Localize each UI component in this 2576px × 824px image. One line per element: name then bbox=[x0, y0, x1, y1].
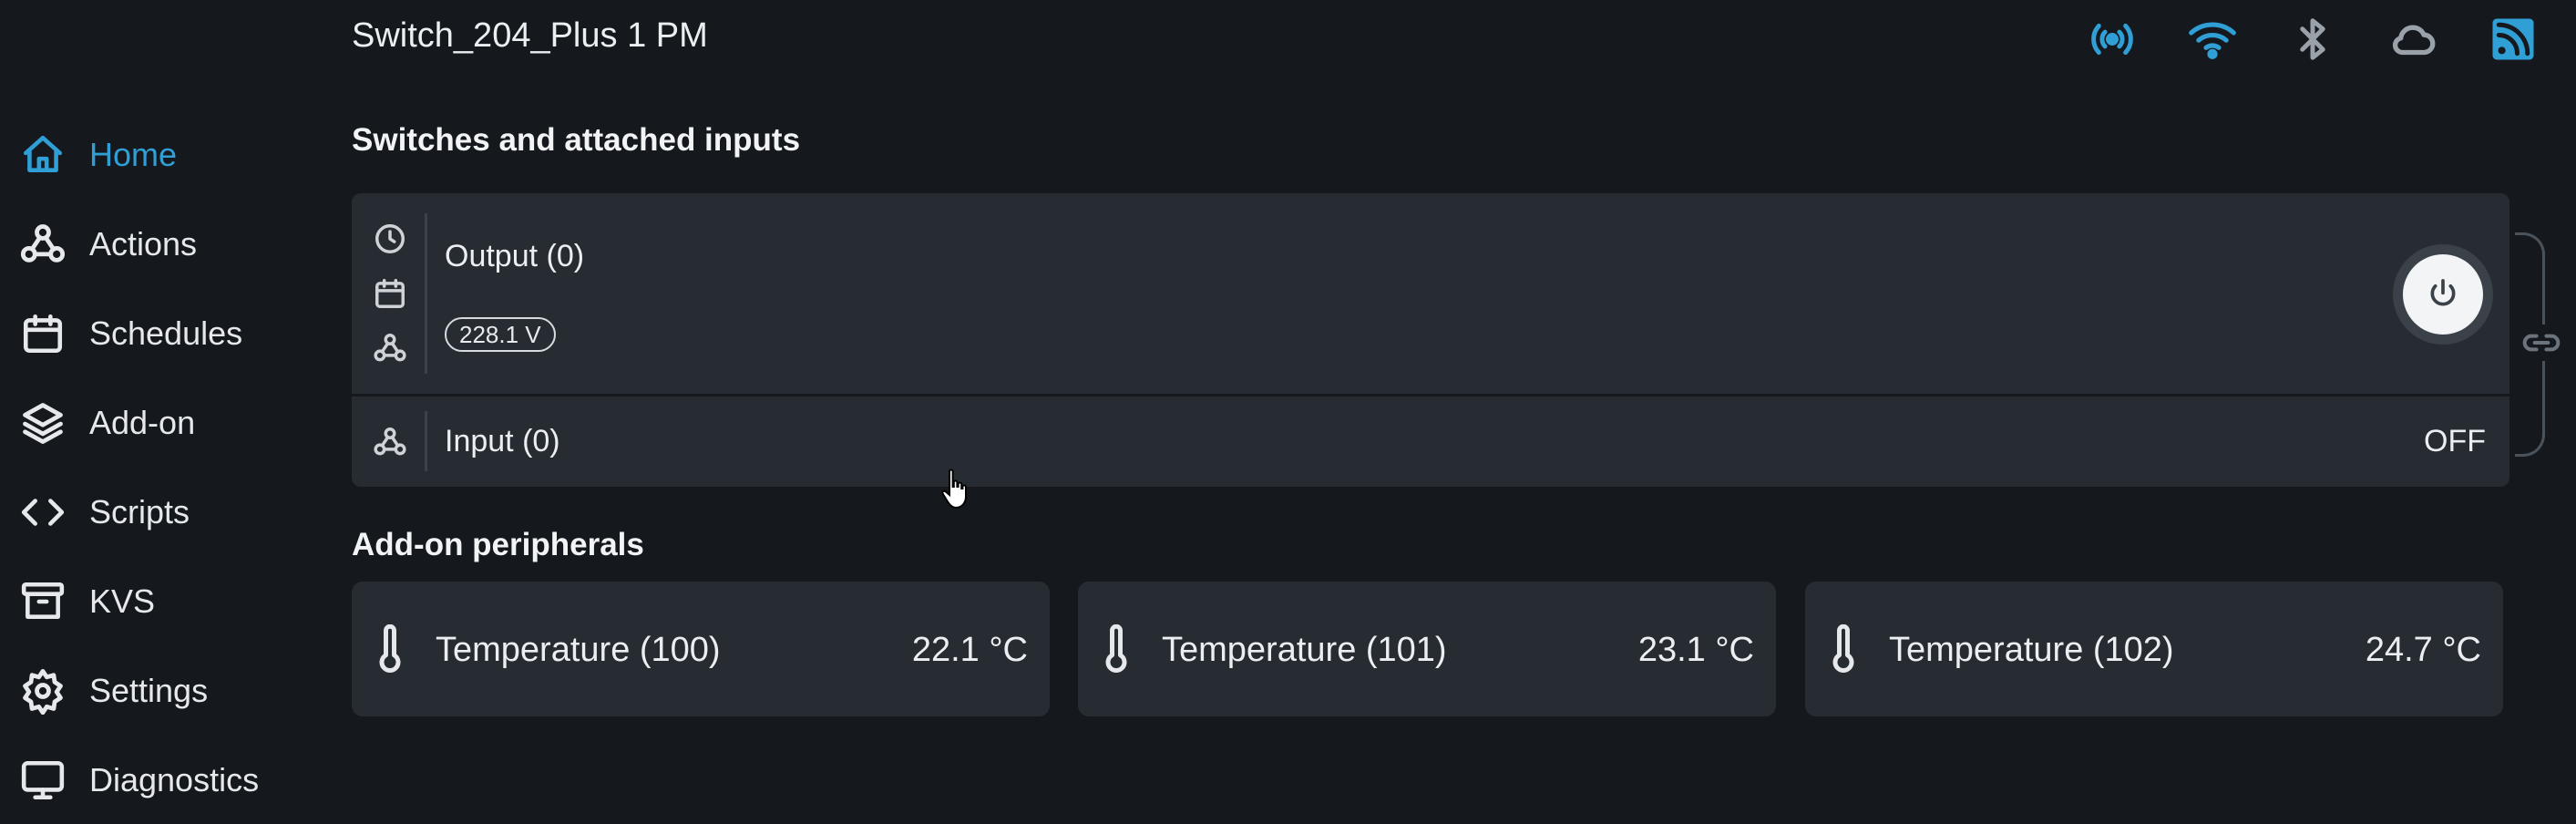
peripheral-card[interactable]: Temperature (100) 22.1 °C bbox=[352, 582, 1050, 716]
output-row[interactable]: Output (0) 228.1 V bbox=[352, 193, 2509, 394]
peripheral-name: Temperature (100) bbox=[436, 631, 721, 669]
webhook-icon[interactable] bbox=[352, 321, 428, 376]
sidebar-item-home[interactable]: Home bbox=[16, 128, 177, 182]
input-state: OFF bbox=[2424, 424, 2486, 458]
home-icon bbox=[16, 129, 69, 181]
monitor-icon bbox=[16, 754, 69, 807]
sidebar-item-label: Schedules bbox=[89, 314, 243, 352]
thermometer-icon bbox=[1825, 622, 1862, 676]
thermometer-icon bbox=[372, 622, 408, 676]
power-toggle-button[interactable] bbox=[2393, 244, 2493, 345]
cloud-icon[interactable] bbox=[2386, 13, 2439, 66]
input-row[interactable]: Input (0) OFF bbox=[352, 397, 2509, 487]
output-row-icons bbox=[352, 211, 428, 376]
voltage-badge: 228.1 V bbox=[445, 317, 556, 352]
peripheral-value: 24.7 °C bbox=[2365, 631, 2481, 669]
sidebar-item-scripts[interactable]: Scripts bbox=[16, 485, 190, 540]
radio-broadcast-icon[interactable] bbox=[2086, 13, 2139, 66]
sidebar-item-label: Add-on bbox=[89, 404, 196, 441]
output-name: Output (0) bbox=[445, 239, 585, 273]
archive-icon bbox=[16, 575, 69, 628]
sidebar-item-diagnostics[interactable]: Diagnostics bbox=[16, 753, 259, 808]
peripheral-value: 23.1 °C bbox=[1637, 631, 1754, 669]
calendar-icon bbox=[16, 307, 69, 360]
divider bbox=[425, 411, 427, 471]
webhook-icon[interactable] bbox=[352, 415, 428, 469]
power-icon bbox=[2425, 276, 2461, 313]
sidebar-item-label: Settings bbox=[89, 672, 209, 709]
sidebar-item-label: Home bbox=[89, 136, 178, 173]
hand-cursor-icon bbox=[940, 469, 971, 510]
input-name: Input (0) bbox=[445, 424, 560, 458]
peripheral-name: Temperature (101) bbox=[1162, 631, 1447, 669]
gear-icon bbox=[16, 664, 69, 717]
switch-card: Output (0) 228.1 V Input (0) OFF bbox=[352, 193, 2509, 487]
sidebar-item-label: KVS bbox=[89, 582, 156, 620]
sidebar-item-kvs[interactable]: KVS bbox=[16, 574, 155, 629]
sidebar-item-label: Actions bbox=[89, 225, 198, 263]
bluetooth-icon[interactable] bbox=[2286, 13, 2339, 66]
peripheral-name: Temperature (102) bbox=[1889, 631, 2174, 669]
status-bar bbox=[2086, 13, 2540, 66]
link-icon[interactable] bbox=[2515, 324, 2568, 361]
sidebar-item-actions[interactable]: Actions bbox=[16, 217, 197, 272]
wifi-icon[interactable] bbox=[2186, 13, 2239, 66]
sidebar-item-schedules[interactable]: Schedules bbox=[16, 306, 242, 361]
peripheral-value: 22.1 °C bbox=[911, 631, 1028, 669]
peripheral-card[interactable]: Temperature (101) 23.1 °C bbox=[1078, 582, 1776, 716]
switches-section-title: Switches and attached inputs bbox=[352, 122, 801, 158]
sidebar-item-settings[interactable]: Settings bbox=[16, 664, 208, 718]
thermometer-icon bbox=[1098, 622, 1134, 676]
layers-icon bbox=[16, 397, 69, 449]
sidebar-item-label: Diagnostics bbox=[89, 761, 260, 798]
rss-feed-icon[interactable] bbox=[2487, 13, 2540, 66]
calendar-icon[interactable] bbox=[352, 266, 428, 321]
webhook-icon bbox=[16, 218, 69, 271]
divider bbox=[425, 213, 427, 374]
sidebar-item-addon[interactable]: Add-on bbox=[16, 396, 195, 450]
peripherals-section-title: Add-on peripherals bbox=[352, 527, 644, 562]
peripheral-card[interactable]: Temperature (102) 24.7 °C bbox=[1805, 582, 2503, 716]
code-icon bbox=[16, 486, 69, 539]
device-title: Switch_204_Plus 1 PM bbox=[352, 16, 708, 55]
clock-icon[interactable] bbox=[352, 211, 428, 266]
sidebar-item-label: Scripts bbox=[89, 493, 190, 530]
